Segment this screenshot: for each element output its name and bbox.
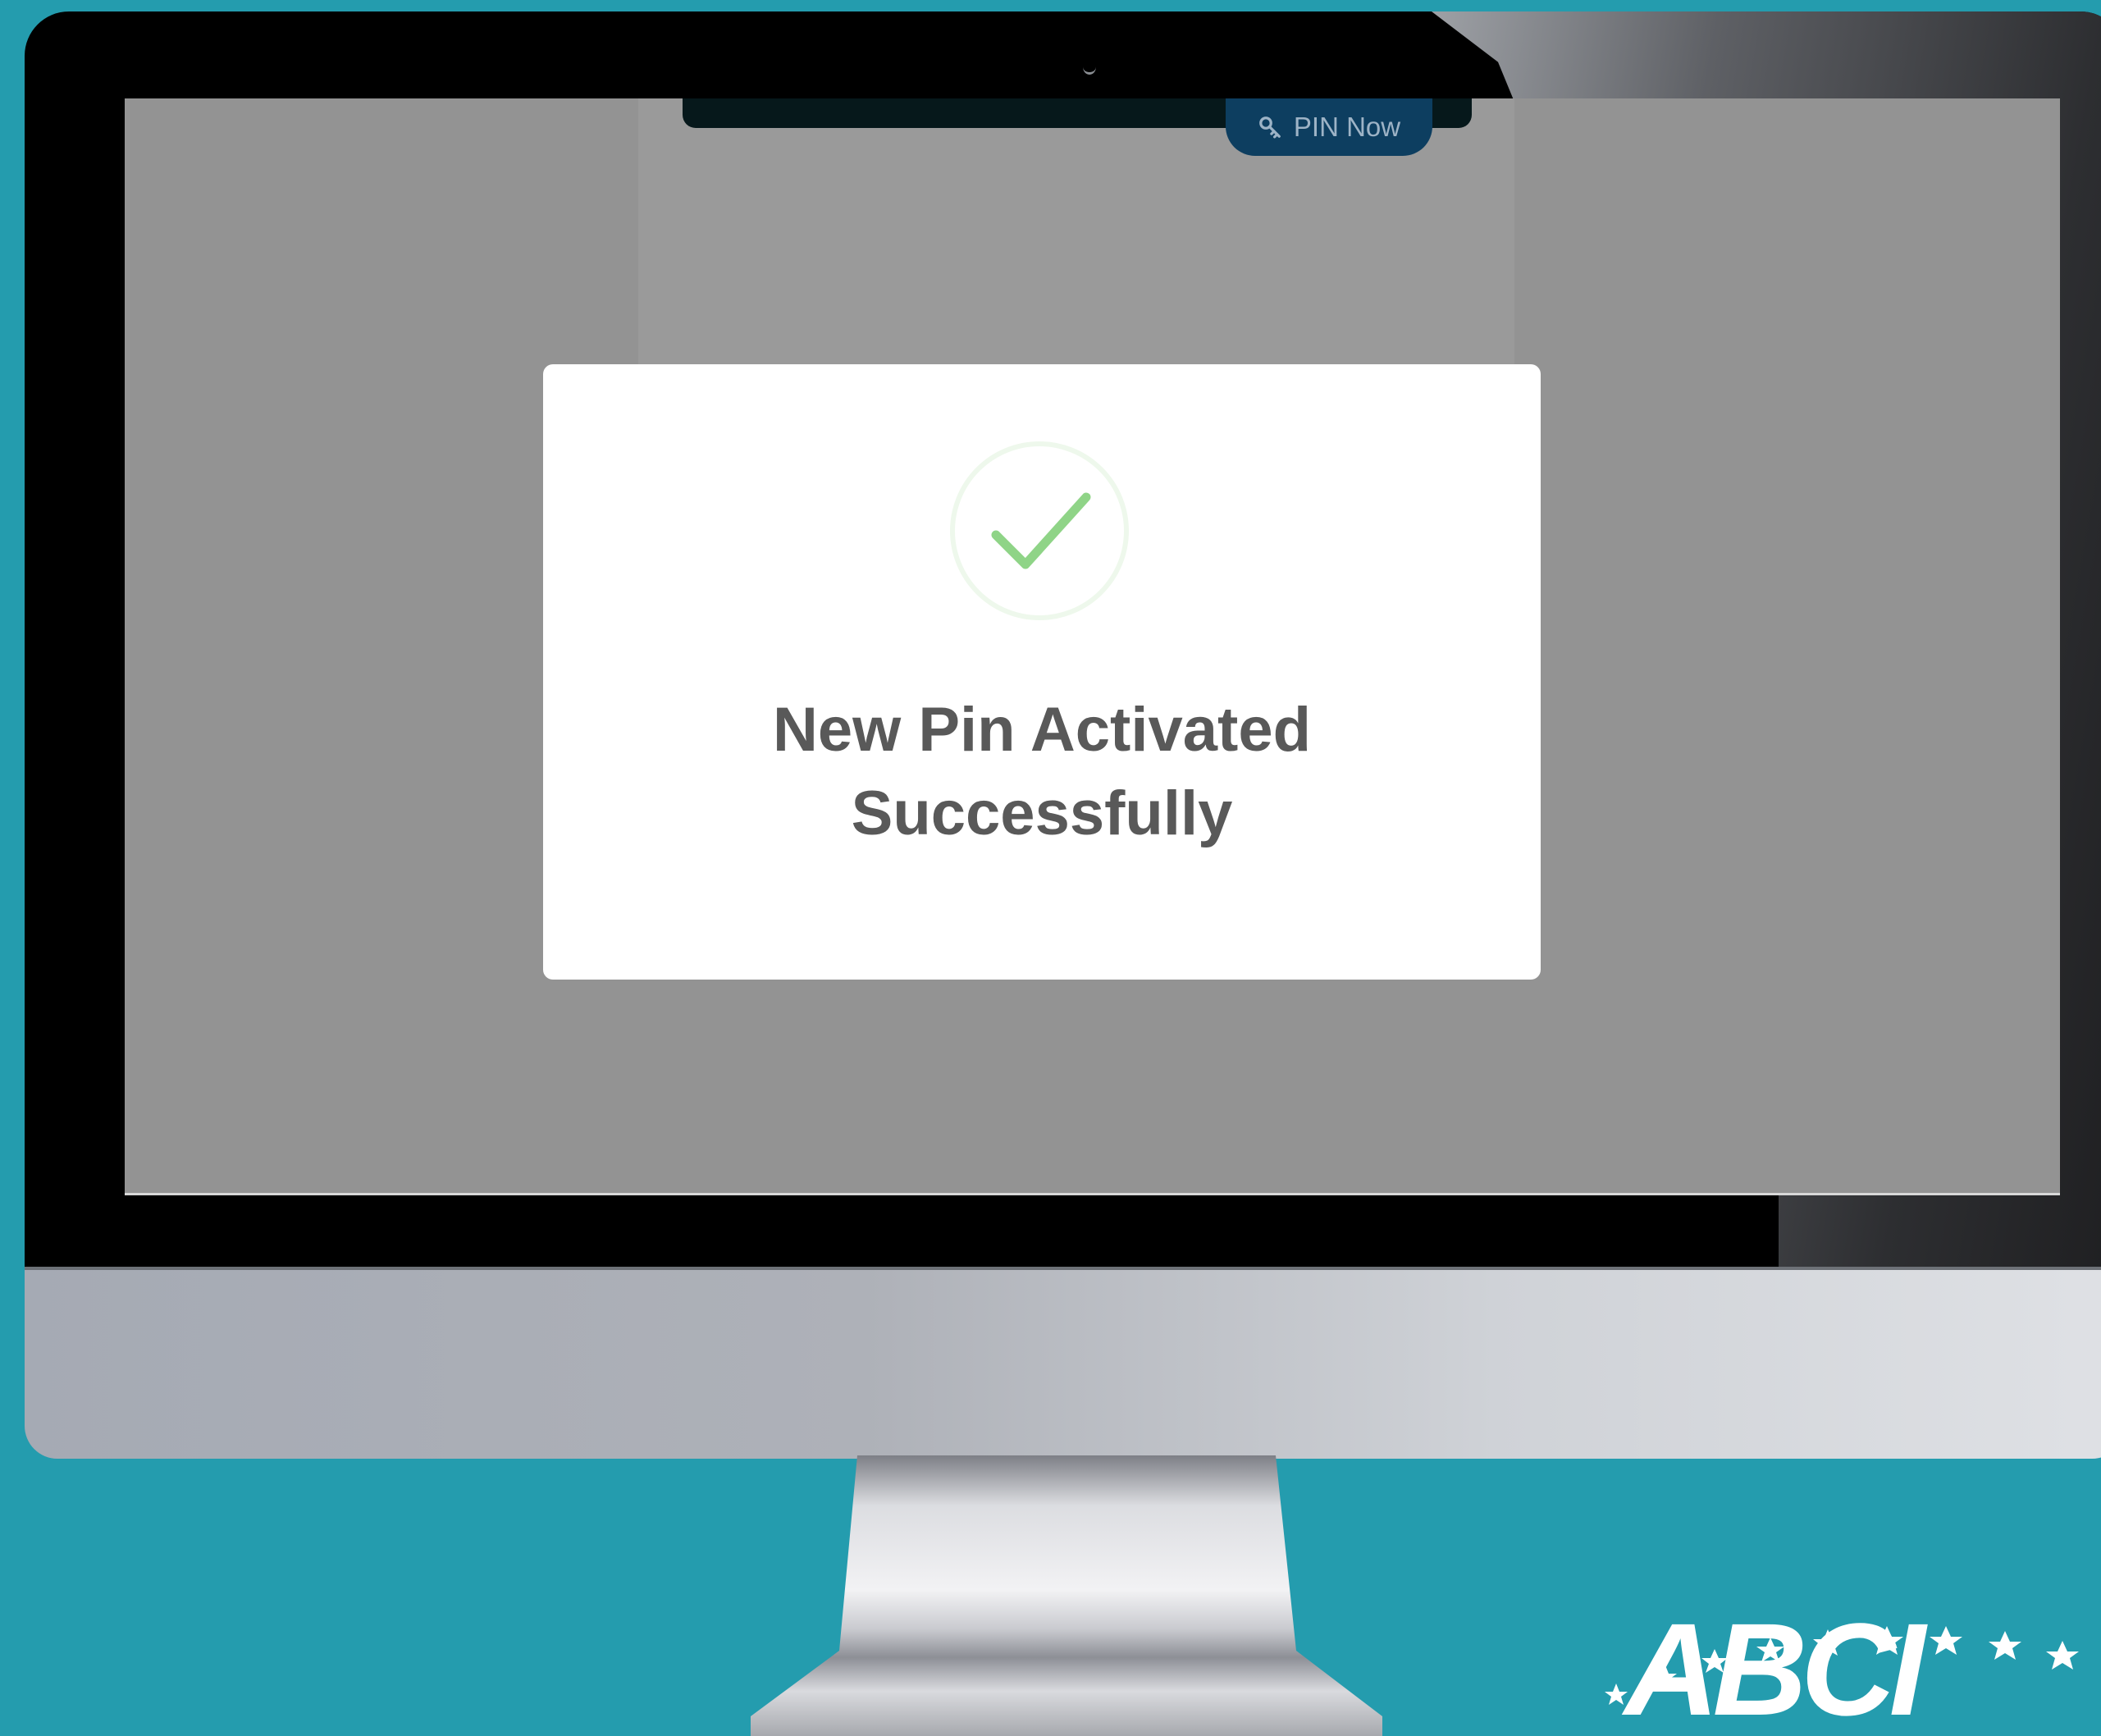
- key-icon: [1259, 116, 1281, 139]
- screen: PIN Now New Pin Activated Successfully: [125, 98, 2060, 1195]
- pin-now-label: PIN Now: [1293, 112, 1401, 142]
- check-circle-icon: [950, 441, 1129, 620]
- monitor-stand: [751, 1455, 1382, 1736]
- webcam-icon: [1083, 59, 1096, 75]
- abci-logo: ABCI: [1605, 1608, 2079, 1736]
- pin-now-button[interactable]: PIN Now: [1226, 98, 1432, 156]
- monitor-bezel: PIN Now New Pin Activated Successfully: [25, 11, 2101, 1267]
- monitor-chin: [25, 1267, 2101, 1459]
- modal-title: New Pin Activated Successfully: [772, 695, 1312, 848]
- success-modal: New Pin Activated Successfully: [543, 364, 1541, 980]
